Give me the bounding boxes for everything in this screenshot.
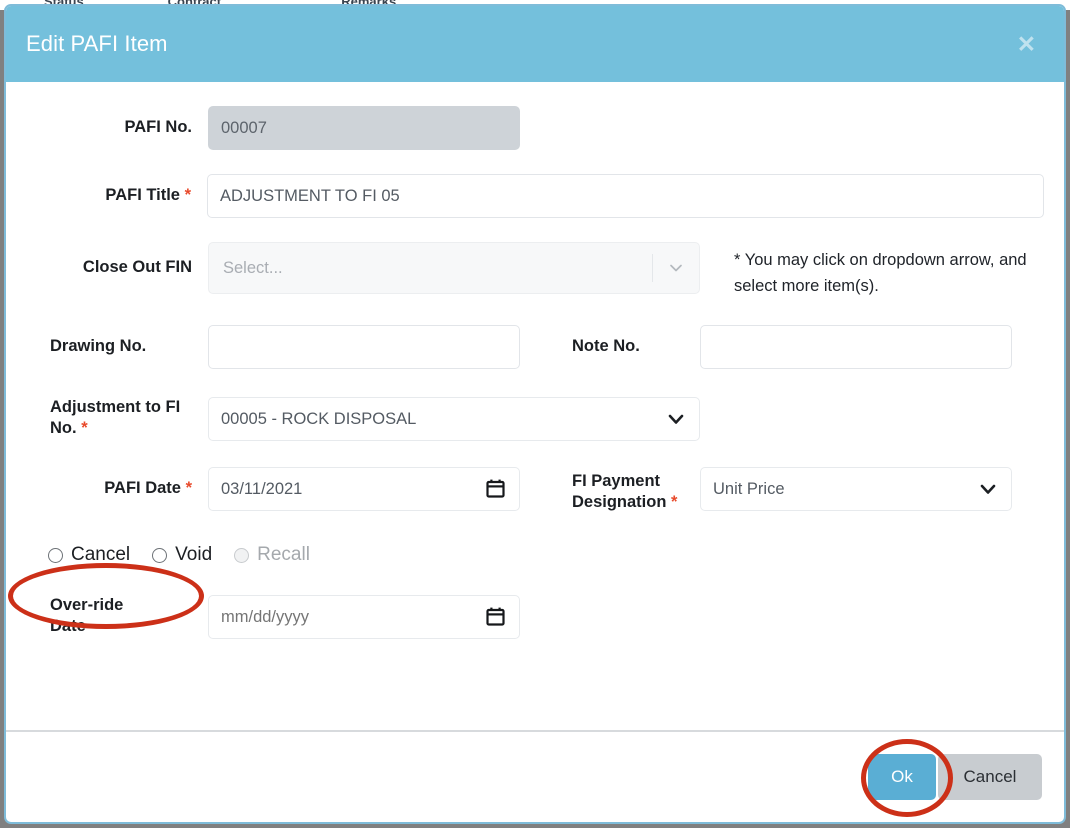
pafi-title-input[interactable] [207, 174, 1044, 218]
close-out-fin-label: Close Out FIN [82, 258, 192, 276]
edit-pafi-item-dialog: Edit PAFI Item ✕ PAFI No. PAFI Title * C… [4, 4, 1066, 824]
close-out-fin-hint: * You may click on dropdown arrow, and s… [734, 251, 1027, 295]
row-drawing-note: Drawing No. Note No. [26, 325, 1044, 370]
row-pafi-title: PAFI Title * [26, 174, 1044, 218]
note-no-input[interactable] [700, 325, 1012, 370]
dialog-body: PAFI No. PAFI Title * Close Out FIN Sele… [6, 82, 1064, 730]
row-pafi-date-payment: PAFI Date * FI Paym [26, 467, 1044, 513]
adjustment-fi-no-label: Adjustment to FI No. * [26, 391, 208, 439]
pafi-date-label-text: PAFI Date [104, 479, 181, 498]
close-icon[interactable]: ✕ [1015, 32, 1038, 56]
cancel-button[interactable]: Cancel [938, 754, 1042, 800]
radio-cancel[interactable]: Cancel [48, 544, 130, 566]
pafi-date-required-marker: * [185, 479, 192, 498]
radio-recall: Recall [234, 544, 310, 566]
radio-void-indicator [152, 547, 168, 563]
fi-payment-designation-select[interactable]: Unit Price [700, 467, 1012, 512]
status-radio-group: Cancel Void Recall [26, 537, 1044, 573]
pafi-no-label: PAFI No. [124, 118, 192, 136]
radio-void-label: Void [175, 544, 213, 566]
dialog-footer: Ok Cancel [6, 730, 1064, 822]
adjustment-fi-no-select[interactable]: 00005 - ROCK DISPOSAL [208, 397, 700, 442]
dialog-title: Edit PAFI Item [26, 31, 168, 56]
radio-void[interactable]: Void [152, 544, 212, 566]
radio-cancel-label: Cancel [71, 544, 131, 566]
fi-payment-designation-required-marker: * [671, 493, 678, 512]
row-pafi-no: PAFI No. [26, 106, 1044, 150]
override-date-label: Over-ride Date [26, 589, 208, 637]
dialog-header: Edit PAFI Item ✕ [6, 6, 1064, 82]
row-adjustment-fi-no: Adjustment to FI No. * 00005 - ROCK DISP… [26, 391, 1044, 442]
pafi-no-input [208, 106, 520, 150]
note-no-label: Note No. [572, 337, 640, 356]
row-close-out-fin: Close Out FIN Select... * You may click … [26, 242, 1044, 299]
pafi-date-input[interactable] [208, 467, 520, 512]
pafi-title-label: PAFI Title * [26, 174, 207, 206]
override-date-label-line1: Over-ride [50, 596, 124, 615]
drawing-no-label: Drawing No. [50, 337, 147, 356]
fi-payment-designation-label: FI Payment Designation * [520, 467, 700, 513]
adjustment-fi-no-label-text: Adjustment to FI No. [50, 398, 181, 438]
drawing-no-input[interactable] [208, 325, 520, 370]
adjustment-fi-no-required-marker: * [81, 419, 88, 438]
override-date-input[interactable] [208, 595, 520, 640]
radio-recall-label: Recall [257, 544, 310, 566]
pafi-title-label-text: PAFI Title [105, 186, 180, 204]
fi-payment-designation-label-line1: FI Payment [572, 472, 661, 491]
row-override-date: Over-ride Date [26, 589, 1044, 640]
override-date-label-line2: Date [50, 617, 86, 636]
fi-payment-designation-label-line2-wrap: Designation * [572, 492, 700, 513]
pafi-title-required-marker: * [184, 186, 192, 204]
chevron-down-icon[interactable] [653, 258, 699, 278]
close-out-fin-select[interactable]: Select... [208, 242, 700, 294]
radio-cancel-indicator [48, 547, 63, 563]
close-out-fin-placeholder: Select... [223, 258, 283, 277]
pafi-date-label: PAFI Date * [26, 467, 208, 499]
fi-payment-designation-label-line2: Designation [572, 493, 667, 512]
ok-button[interactable]: Ok [868, 754, 936, 800]
radio-recall-indicator [234, 547, 250, 563]
